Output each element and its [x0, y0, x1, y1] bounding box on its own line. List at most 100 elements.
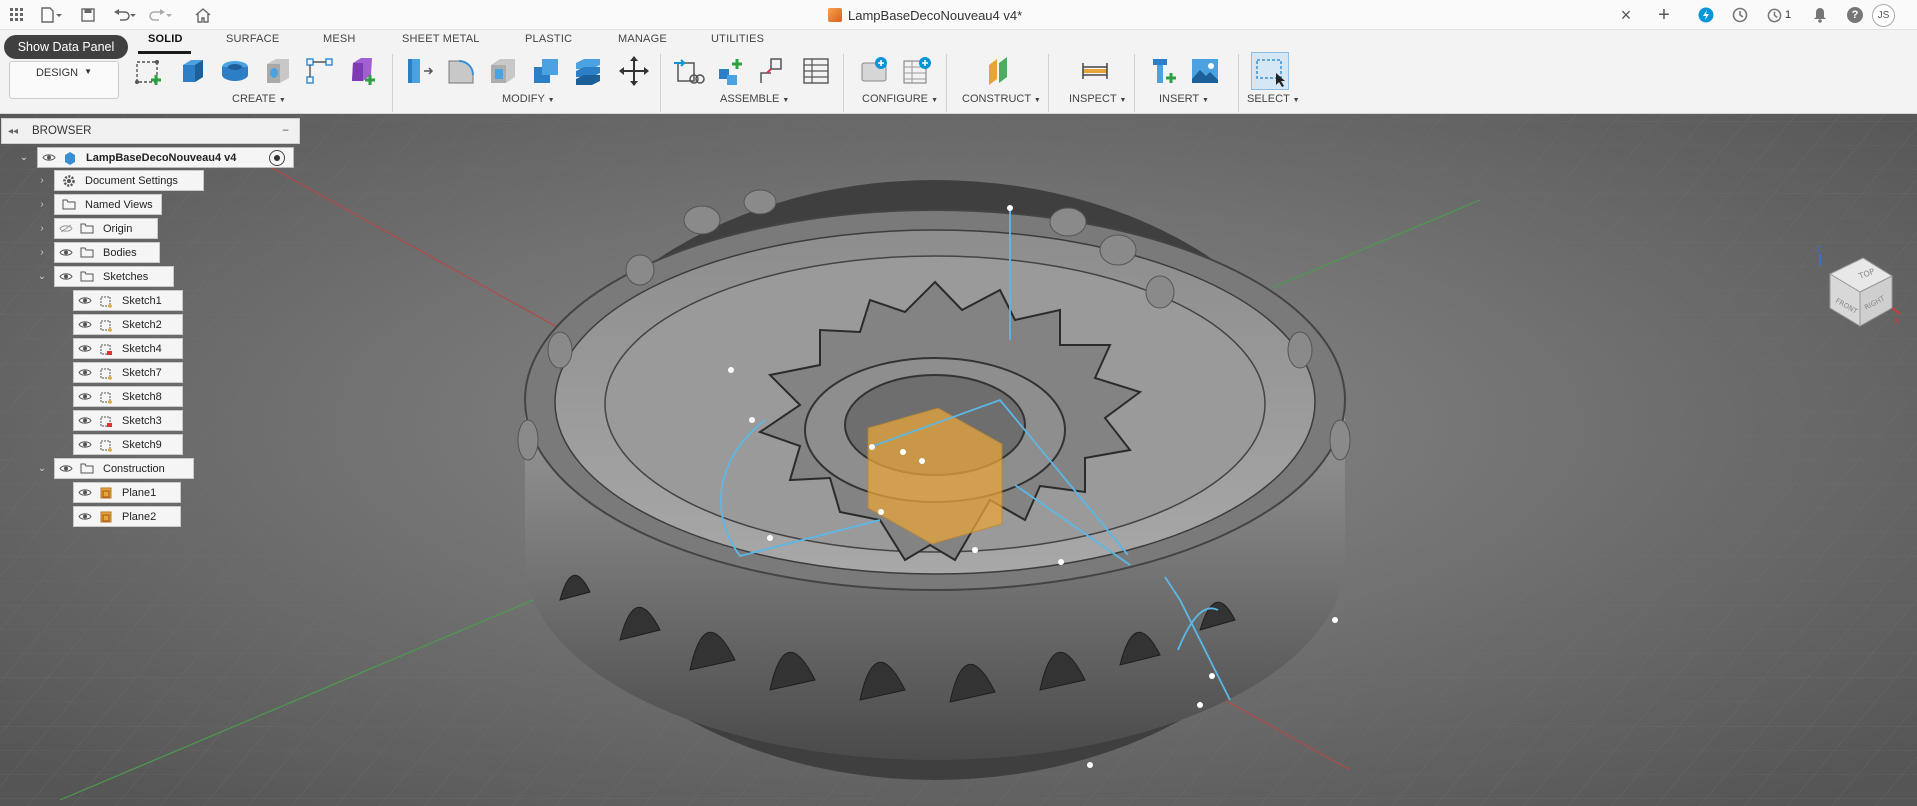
- construct-menu[interactable]: CONSTRUCT ▼: [962, 93, 1041, 105]
- workspace-switcher[interactable]: DESIGN ▼: [9, 61, 119, 99]
- tree-node-bodies[interactable]: › Bodies: [36, 242, 160, 263]
- modify-menu[interactable]: MODIFY ▼: [502, 93, 555, 105]
- inspect-menu[interactable]: INSPECT ▼: [1069, 93, 1126, 105]
- move-icon[interactable]: [617, 54, 651, 88]
- insert-canvas-icon[interactable]: [1188, 54, 1222, 88]
- select-menu[interactable]: SELECT ▼: [1247, 93, 1300, 105]
- eye-icon[interactable]: [55, 459, 77, 478]
- canvas-viewport[interactable]: TOP FRONT RIGHT Z X: [0, 114, 1917, 806]
- tab-utilities[interactable]: UTILITIES: [711, 33, 764, 53]
- new-component-icon[interactable]: [673, 54, 707, 88]
- file-menu-icon[interactable]: [36, 4, 66, 26]
- combine-icon[interactable]: [529, 54, 563, 88]
- eye-hidden-icon[interactable]: [55, 219, 77, 238]
- bell-icon[interactable]: [1810, 4, 1830, 26]
- eye-icon[interactable]: [74, 363, 96, 382]
- as-built-joint-icon[interactable]: [756, 54, 790, 88]
- expand-icon[interactable]: ›: [36, 174, 48, 186]
- tree-node-construction[interactable]: ⌄ Construction: [36, 458, 194, 479]
- home-icon[interactable]: [192, 4, 214, 26]
- create-sketch-icon[interactable]: [133, 54, 167, 88]
- configure-icon[interactable]: [858, 54, 892, 88]
- eye-icon[interactable]: [74, 483, 96, 502]
- collapse-panel-icon[interactable]: ◂◂: [2, 126, 24, 137]
- close-tab-button[interactable]: ×: [1616, 4, 1636, 26]
- tree-node-origin[interactable]: › Origin: [36, 218, 158, 239]
- document-tab[interactable]: LampBaseDecoNouveau4 v4*: [828, 5, 1022, 25]
- tree-node-named-views[interactable]: › Named Views: [36, 194, 162, 215]
- notifications-counter[interactable]: 1: [1762, 4, 1796, 26]
- tree-root[interactable]: ⌄ LampBaseDecoNouveau4 v4: [18, 147, 294, 168]
- expand-icon[interactable]: ›: [36, 198, 48, 210]
- eye-icon[interactable]: [74, 315, 96, 334]
- help-icon[interactable]: ?: [1846, 4, 1864, 26]
- expand-icon[interactable]: ›: [36, 222, 48, 234]
- eye-icon[interactable]: [74, 291, 96, 310]
- tree-node-sketch2[interactable]: Sketch2: [73, 314, 183, 335]
- tree-node-document-settings[interactable]: › Document Settings: [36, 170, 204, 191]
- configure-menu[interactable]: CONFIGURE ▼: [862, 93, 938, 105]
- assemble-menu[interactable]: ASSEMBLE ▼: [720, 93, 789, 105]
- expand-icon[interactable]: ›: [36, 246, 48, 258]
- eye-icon[interactable]: [55, 267, 77, 286]
- tree-node-sketch9[interactable]: Sketch9: [73, 434, 183, 455]
- extensions-icon[interactable]: [1696, 4, 1716, 26]
- hole-icon[interactable]: [261, 54, 295, 88]
- eye-icon[interactable]: [74, 411, 96, 430]
- tree-node-sketch7[interactable]: Sketch7: [73, 362, 183, 383]
- tab-solid[interactable]: SOLID: [148, 33, 183, 53]
- tab-surface[interactable]: SURFACE: [226, 33, 279, 53]
- create-menu[interactable]: CREATE ▼: [232, 93, 286, 105]
- tree-node-plane2[interactable]: Plane2: [73, 506, 181, 527]
- tab-mesh[interactable]: MESH: [323, 33, 356, 53]
- model-scene[interactable]: [0, 114, 1917, 806]
- show-data-panel-button[interactable]: Show Data Panel: [4, 35, 128, 59]
- tree-node-sketch3[interactable]: Sketch3: [73, 410, 183, 431]
- configuration-table-icon[interactable]: [900, 54, 934, 88]
- select-icon[interactable]: [1251, 52, 1289, 90]
- tree-node-sketch1[interactable]: Sketch1: [73, 290, 183, 311]
- user-avatar[interactable]: JS: [1872, 4, 1895, 27]
- tab-sheet-metal[interactable]: SHEET METAL: [402, 33, 480, 53]
- eye-icon[interactable]: [74, 507, 96, 526]
- eye-icon[interactable]: [55, 243, 77, 262]
- tab-plastic[interactable]: PLASTIC: [525, 33, 572, 53]
- tree-node-sketch8[interactable]: Sketch8: [73, 386, 183, 407]
- pattern-icon[interactable]: [303, 54, 337, 88]
- eye-icon[interactable]: [74, 435, 96, 454]
- save-icon[interactable]: [78, 4, 98, 26]
- undo-icon[interactable]: [110, 4, 140, 26]
- insert-derive-icon[interactable]: [1146, 54, 1180, 88]
- activate-icon[interactable]: [269, 149, 285, 166]
- tree-node-sketches[interactable]: ⌄ Sketches: [36, 266, 174, 287]
- eye-icon[interactable]: [74, 387, 96, 406]
- fillet-icon[interactable]: [444, 54, 478, 88]
- minimize-icon[interactable]: −: [282, 125, 289, 137]
- offset-faces-icon[interactable]: [571, 54, 605, 88]
- viewcube[interactable]: TOP FRONT RIGHT Z X: [1808, 245, 1901, 338]
- create-form-icon[interactable]: [346, 54, 380, 88]
- collapse-icon[interactable]: ⌄: [36, 270, 48, 282]
- insert-menu[interactable]: INSERT ▼: [1159, 93, 1209, 105]
- offset-plane-icon[interactable]: [982, 54, 1016, 88]
- redo-icon[interactable]: [146, 4, 176, 26]
- new-tab-button[interactable]: +: [1654, 4, 1674, 26]
- eye-icon[interactable]: [74, 339, 96, 358]
- revolve-icon[interactable]: [218, 54, 252, 88]
- tree-node-plane1[interactable]: Plane1: [73, 482, 181, 503]
- press-pull-icon[interactable]: [401, 54, 435, 88]
- eye-icon[interactable]: [38, 148, 60, 167]
- app-grid-icon[interactable]: [6, 4, 28, 26]
- axis-x-label: X: [1894, 317, 1900, 326]
- job-status-icon[interactable]: [1730, 4, 1750, 26]
- tab-manage[interactable]: MANAGE: [618, 33, 667, 53]
- extrude-icon[interactable]: [176, 54, 210, 88]
- measure-icon[interactable]: [1078, 54, 1112, 88]
- joint-icon[interactable]: [714, 54, 748, 88]
- tree-node-sketch4[interactable]: Sketch4: [73, 338, 183, 359]
- collapse-icon[interactable]: ⌄: [36, 462, 48, 474]
- bill-of-materials-icon[interactable]: [799, 54, 833, 88]
- gear-icon: [59, 171, 79, 190]
- collapse-icon[interactable]: ⌄: [18, 151, 30, 163]
- shell-icon[interactable]: [486, 54, 520, 88]
